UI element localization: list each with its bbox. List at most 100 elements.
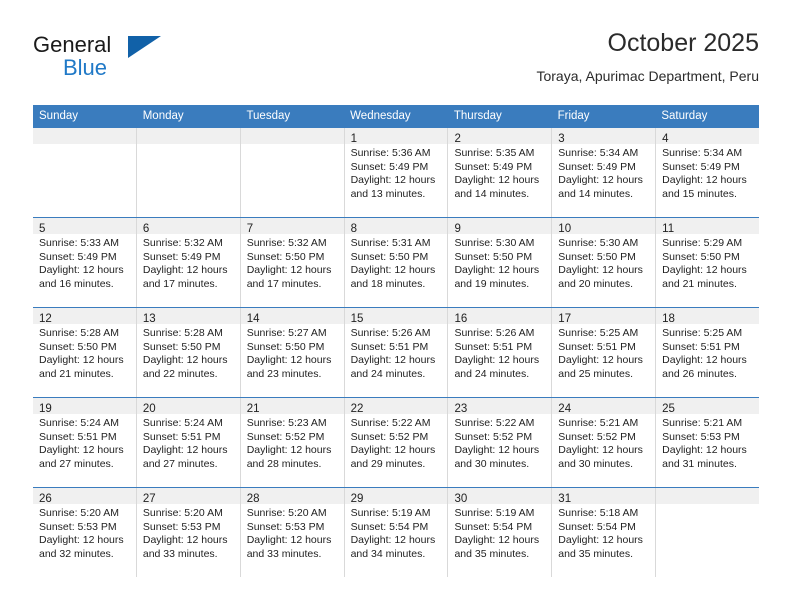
day-cell-6[interactable]: 6 Sunrise: 5:32 AM Sunset: 5:49 PM Daylight… [136,218,241,307]
day-cell-5[interactable]: 5 Sunrise: 5:33 AM Sunset: 5:49 PM Daylight… [33,218,137,307]
day-number-bar: 8 [344,218,448,235]
day-number-bar [33,128,136,144]
day-number: 21 [246,403,260,415]
day-cell-1[interactable]: 1 Sunrise: 5:36 AM Sunset: 5:49 PM Daylight… [344,128,449,217]
day-info-line: Sunset: 5:53 PM [662,430,740,443]
day-cell-7[interactable]: 7 Sunrise: 5:32 AM Sunset: 5:50 PM Daylight… [240,218,345,307]
calendar-week-row: 19 Sunrise: 5:24 AM Sunset: 5:51 PM Dayligh… [33,397,760,487]
day-cell-2[interactable]: 2 Sunrise: 5:35 AM Sunset: 5:49 PM Daylight… [448,128,553,217]
day-cell-3[interactable]: 3 Sunrise: 5:34 AM Sunset: 5:49 PM Daylight… [552,128,657,217]
day-cell-empty [136,128,241,217]
day-cell-15[interactable]: 15 Sunrise: 5:26 AM Sunset: 5:51 PM Dayligh… [344,308,449,397]
day-cell-25[interactable]: 25 Sunrise: 5:21 AM Sunset: 5:53 PM Dayligh… [656,398,760,487]
day-cell-12[interactable]: 12 Sunrise: 5:28 AM Sunset: 5:50 PM Dayligh… [33,308,137,397]
day-number: 2 [454,133,461,145]
day-cell-21[interactable]: 21 Sunrise: 5:23 AM Sunset: 5:52 PM Dayligh… [240,398,345,487]
day-number: 25 [662,403,675,415]
day-cell-28[interactable]: 28 Sunrise: 5:20 AM Sunset: 5:53 PM Dayligh… [240,488,345,577]
day-info-line: and 25 minutes. [558,367,634,380]
day-info-line: Daylight: 12 hours [142,444,228,456]
weekday-header-row: Sunday Monday Tuesday Wednesday Thursday Frid… [33,105,759,128]
day-cell-8[interactable]: 8 Sunrise: 5:31 AM Sunset: 5:50 PM Daylight… [344,218,449,307]
day-info-line: Sunset: 5:50 PM [246,250,325,263]
day-info-line: Sunrise: 5:24 AM [39,417,119,429]
day-cell-22[interactable]: 22 Sunrise: 5:22 AM Sunset: 5:52 PM Dayligh… [344,398,449,487]
day-cell-4[interactable]: 4 Sunrise: 5:34 AM Sunset: 5:49 PM Daylight… [656,128,760,217]
day-number: 15 [350,313,364,325]
page-title: October 2025 [607,29,760,57]
day-info-line: Sunset: 5:50 PM [558,250,636,263]
day-info-line: Sunrise: 5:28 AM [39,327,119,339]
day-info-line: Daylight: 12 hours [662,174,747,186]
day-info-line: and 26 minutes. [662,367,737,380]
day-cell-10[interactable]: 10 Sunrise: 5:30 AM Sunset: 5:50 PM Dayligh… [552,218,657,307]
day-info-line: and 24 minutes. [350,367,426,380]
day-info-line: and 33 minutes. [246,547,322,560]
day-cell-empty [656,488,760,577]
day-info-line: Daylight: 12 hours [39,534,124,546]
day-sun-info: Sunrise: 5:19 AM Sunset: 5:54 PM Daylight:… [448,504,551,561]
day-number-bar: 24 [552,398,656,415]
day-cell-24[interactable]: 24 Sunrise: 5:21 AM Sunset: 5:52 PM Dayligh… [552,398,657,487]
day-sun-info: Sunrise: 5:30 AM Sunset: 5:50 PM Daylight:… [448,234,551,291]
weekday-header-tuesday: Tuesday [246,110,291,122]
day-cell-26[interactable]: 26 Sunrise: 5:20 AM Sunset: 5:53 PM Dayligh… [33,488,137,577]
day-info-line: Daylight: 12 hours [350,534,436,546]
day-cell-30[interactable]: 30 Sunrise: 5:19 AM Sunset: 5:54 PM Dayligh… [448,488,553,577]
day-sun-info: Sunrise: 5:26 AM Sunset: 5:51 PM Daylight:… [345,324,448,381]
day-cell-31[interactable]: 31 Sunrise: 5:18 AM Sunset: 5:54 PM Dayligh… [552,488,657,577]
day-cell-23[interactable]: 23 Sunrise: 5:22 AM Sunset: 5:52 PM Dayligh… [448,398,553,487]
calendar-week-row: 1 Sunrise: 5:36 AM Sunset: 5:49 PM Daylight… [33,128,760,217]
brand-logo[interactable]: General Blue [33,32,253,90]
day-info-line: Sunset: 5:50 PM [662,250,740,263]
day-number-bar: 26 [33,488,136,505]
day-info-line: Sunrise: 5:21 AM [662,417,743,429]
day-cell-14[interactable]: 14 Sunrise: 5:27 AM Sunset: 5:50 PM Dayligh… [240,308,345,397]
day-number: 4 [662,133,669,145]
day-sun-info: Sunrise: 5:32 AM Sunset: 5:50 PM Daylight:… [241,234,344,291]
day-cell-19[interactable]: 19 Sunrise: 5:24 AM Sunset: 5:51 PM Dayligh… [33,398,137,487]
day-info-line: Sunrise: 5:34 AM [558,147,639,159]
day-number-bar: 28 [240,488,344,505]
day-info-line: Daylight: 12 hours [454,174,540,186]
day-info-line: Sunrise: 5:21 AM [558,417,639,429]
day-sun-info: Sunrise: 5:29 AM Sunset: 5:50 PM Daylight:… [656,234,759,291]
day-cell-11[interactable]: 11 Sunrise: 5:29 AM Sunset: 5:50 PM Dayligh… [656,218,760,307]
day-number-bar: 25 [656,398,760,415]
day-cell-18[interactable]: 18 Sunrise: 5:25 AM Sunset: 5:51 PM Dayligh… [656,308,760,397]
day-info-line: Sunset: 5:50 PM [350,250,429,263]
day-info-line: Sunset: 5:50 PM [142,340,221,353]
day-cell-27[interactable]: 27 Sunrise: 5:20 AM Sunset: 5:53 PM Dayligh… [136,488,241,577]
day-cell-17[interactable]: 17 Sunrise: 5:25 AM Sunset: 5:51 PM Dayligh… [552,308,657,397]
day-info-line: and 27 minutes. [39,457,114,470]
day-info-line: Sunset: 5:49 PM [142,250,221,263]
day-info-line: and 18 minutes. [350,277,426,290]
day-info-line: and 19 minutes. [454,277,530,290]
page-subtitle: Toraya, Apurimac Department, Peru [536,68,759,84]
calendar-weeks: 1 Sunrise: 5:36 AM Sunset: 5:49 PM Daylight… [33,128,760,577]
day-number-bar: 12 [33,308,136,325]
day-sun-info: Sunrise: 5:24 AM Sunset: 5:51 PM Daylight:… [33,414,136,471]
day-number: 5 [39,223,46,235]
day-cell-16[interactable]: 16 Sunrise: 5:26 AM Sunset: 5:51 PM Dayligh… [448,308,553,397]
day-number-bar: 21 [240,398,344,415]
day-cell-9[interactable]: 9 Sunrise: 5:30 AM Sunset: 5:50 PM Daylight… [448,218,553,307]
day-number-bar [656,488,760,504]
day-info-line: Sunset: 5:54 PM [558,520,636,533]
day-info-line: and 14 minutes. [558,187,634,200]
day-sun-info: Sunrise: 5:31 AM Sunset: 5:50 PM Daylight:… [345,234,448,291]
calendar-grid: Sunday Monday Tuesday Wednesday Thursday Frid… [33,105,760,577]
day-info-line: Daylight: 12 hours [39,264,124,276]
day-info-line: Daylight: 12 hours [662,264,747,276]
day-number-bar: 4 [656,128,760,145]
day-cell-29[interactable]: 29 Sunrise: 5:19 AM Sunset: 5:54 PM Dayligh… [344,488,449,577]
day-cell-13[interactable]: 13 Sunrise: 5:28 AM Sunset: 5:50 PM Dayligh… [136,308,241,397]
weekday-header-thursday: Thursday [453,110,502,122]
day-cell-20[interactable]: 20 Sunrise: 5:24 AM Sunset: 5:51 PM Dayligh… [136,398,241,487]
day-info-line: and 16 minutes. [39,277,114,290]
day-sun-info: Sunrise: 5:21 AM Sunset: 5:53 PM Daylight:… [656,414,759,471]
day-info-line: Sunrise: 5:19 AM [350,507,431,519]
day-info-line: Daylight: 12 hours [454,264,540,276]
day-info-line: Daylight: 12 hours [350,354,436,366]
day-info-line: Sunset: 5:53 PM [246,520,325,533]
